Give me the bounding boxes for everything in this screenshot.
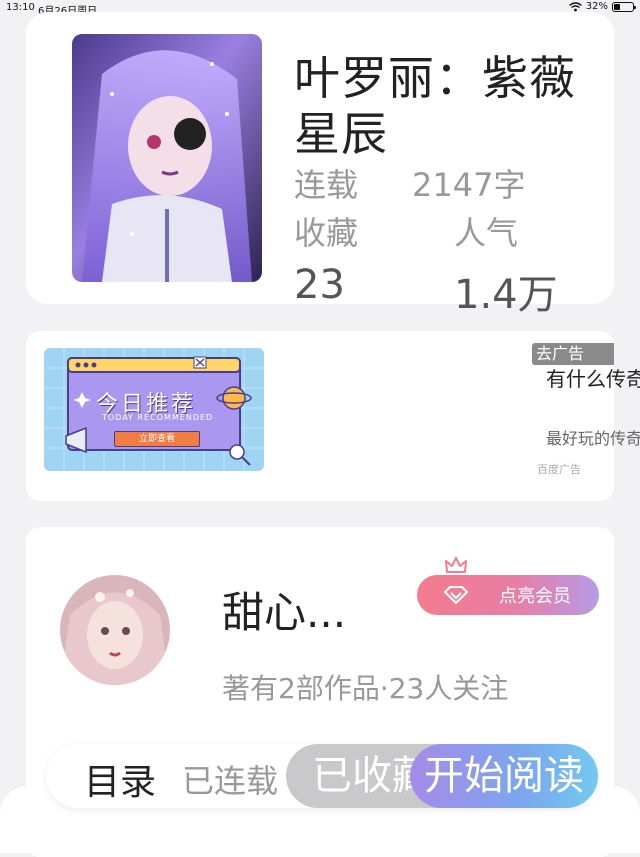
battery-icon (612, 1, 636, 12)
ad-image-button: 立即查看 (114, 431, 200, 447)
catalog-button[interactable]: 目录 (84, 753, 156, 805)
ad-image[interactable]: 今日推荐 TODAY RECOMMENDED 立即查看 (44, 348, 264, 471)
book-info-card: 叶罗丽：紫薇星辰 连载 2147字 收藏 人气 23 1.4万 (26, 12, 614, 318)
battery-fill (614, 3, 620, 10)
book-title: 叶罗丽：紫薇星辰 (294, 51, 576, 161)
crown-icon (445, 557, 467, 573)
serial-status-label: 已连载 (182, 762, 279, 800)
author-name: 甜心... (222, 588, 347, 637)
battery-percent: 32% (585, 1, 608, 12)
ad-image-subtitle: TODAY RECOMMENDED (102, 413, 214, 422)
bottom-action-bar: 目录 已连载 已收藏 开始阅读 (46, 744, 598, 808)
ad-description: 最好玩的传奇 (546, 429, 640, 448)
serial-status: 连载 (294, 166, 359, 204)
popularity-label: 人气 (454, 214, 519, 252)
wifi-icon (568, 1, 582, 11)
ad-title: 有什么传奇 (546, 367, 640, 391)
activate-membership-button[interactable]: 点亮会员 (417, 575, 599, 615)
ad-source: 百度广告 (537, 463, 581, 476)
diamond-icon (444, 586, 468, 604)
ad-card[interactable]: 今日推荐 TODAY RECOMMENDED 立即查看 去广告 有什么传奇 最好… (26, 331, 640, 501)
status-right: 32% (568, 1, 636, 12)
author-avatar[interactable] (60, 575, 170, 685)
remove-ad-button[interactable]: 去广告 (532, 343, 614, 365)
favorites-label: 收藏 (294, 214, 359, 252)
word-count: 2147字 (412, 166, 526, 204)
ad-clip: 今日推荐 TODAY RECOMMENDED 立即查看 去广告 有什么传奇 最好… (26, 331, 640, 501)
status-time: 13:10 (6, 2, 35, 13)
author-stats: 著有2部作品·23人关注 (222, 672, 509, 705)
start-reading-button[interactable]: 开始阅读 (410, 744, 598, 808)
membership-label: 点亮会员 (499, 586, 571, 607)
book-cover-image[interactable] (72, 34, 262, 282)
popularity-value: 1.4万 (454, 272, 558, 318)
favorites-value: 23 (294, 262, 345, 308)
